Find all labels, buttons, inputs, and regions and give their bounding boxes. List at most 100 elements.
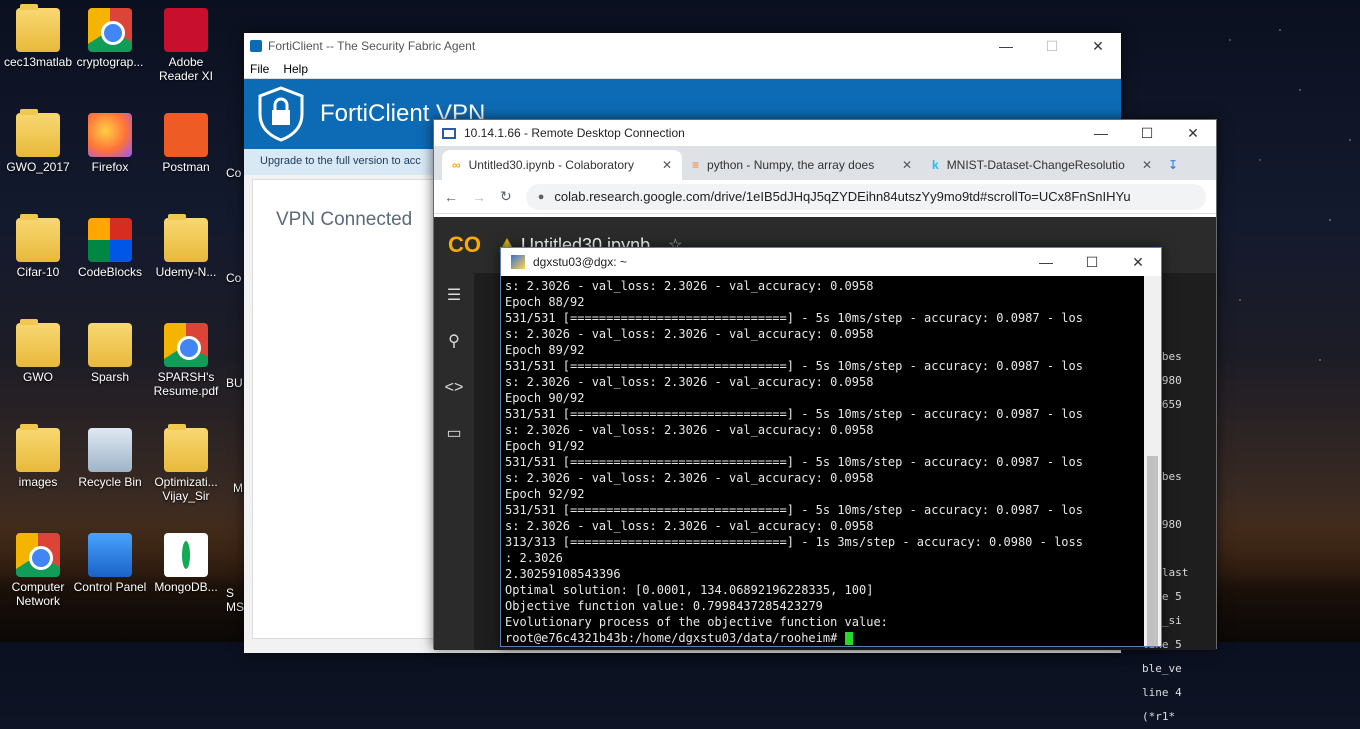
terminal-line: s: 2.3026 - val_loss: 2.3026 - val_accur… [505,423,874,437]
desktop-icon[interactable]: MongoDB... [148,533,224,594]
desktop-icon-label: cryptograp... [76,55,144,69]
desktop-icon[interactable]: GWO_2017 [0,109,76,174]
terminal-line: s: 2.3026 - val_loss: 2.3026 - val_accur… [505,519,874,533]
desktop-icon-label: Recycle Bin [78,475,142,489]
terminal-close-button[interactable]: ✕ [1115,254,1161,271]
desktop-icon[interactable]: Computer Network [0,533,76,608]
firefox-icon [88,113,132,157]
pdf-icon [164,8,208,52]
terminal-line: 2.30259108543396 [505,567,621,581]
desktop-icon[interactable]: Firefox [72,113,148,174]
desktop-icon[interactable]: CodeBlocks [72,218,148,279]
maximize-button[interactable]: ☐ [1029,38,1075,55]
desktop-icon-label-partial: Co [226,166,242,180]
reload-icon[interactable]: ↻ [500,188,512,205]
tab-stackoverflow[interactable]: ≡ python - Numpy, the array does ✕ [682,150,922,180]
desktop-icon[interactable]: Recycle Bin [72,428,148,489]
tab-kaggle[interactable]: k MNIST-Dataset-ChangeResolutio ✕ [922,150,1162,180]
terminal-cursor [844,632,853,645]
desktop-icon[interactable]: Udemy-N... [148,214,224,279]
desktop-icon[interactable]: Optimizati... Vijay_Sir [148,424,224,503]
terminal-line: s: 2.3026 - val_loss: 2.3026 - val_accur… [505,375,874,389]
forward-icon[interactable]: → [472,189,486,205]
desktop-icon[interactable]: Postman [148,113,224,174]
forticlient-shield-icon [250,40,262,52]
terminal-line: 531/531 [==============================]… [505,455,1083,469]
toc-icon[interactable]: ☰ [434,273,474,319]
desktop-icon[interactable]: Adobe Reader XI [148,8,224,83]
rdp-minimize-button[interactable]: — [1078,125,1124,142]
forticlient-titlebar: FortiClient -- The Security Fabric Agent… [244,33,1121,59]
output-fragment-line: line 4 [1142,686,1182,699]
terminal-line: s: 2.3026 - val_loss: 2.3026 - val_accur… [505,327,874,341]
colab-logo: CO [448,232,481,257]
desktop-icon-label: Postman [162,160,210,174]
back-icon[interactable]: ← [444,189,458,205]
rdp-close-button[interactable]: ✕ [1170,125,1216,142]
download-icon[interactable]: ↧ [1162,150,1178,180]
menu-file[interactable]: File [250,62,269,76]
desktop-icon-label: Firefox [91,160,129,174]
terminal-line: Objective function value: 0.799843728542… [505,599,823,613]
desktop-icon-label: MongoDB... [154,580,218,594]
terminal-output[interactable]: s: 2.3026 - val_loss: 2.3026 - val_accur… [501,276,1145,646]
desktop-icon-label: CodeBlocks [77,265,143,279]
desktop-icon[interactable]: Sparsh [72,323,148,384]
desktop-icon-label: Sparsh [90,370,130,384]
desktop-icon-label-partial: Co [226,271,242,285]
tab-label: Untitled30.ipynb - Colaboratory [468,158,634,172]
terminal-line: Epoch 92/92 [505,487,585,501]
desktop-icon-label: images [18,475,58,489]
terminal-maximize-button[interactable]: ☐ [1069,254,1115,271]
folder-icon [16,319,60,367]
lock-icon: ● [537,190,545,203]
kaggle-icon: k [932,158,939,172]
stackoverflow-icon: ≡ [692,158,700,172]
code-snippets-icon[interactable]: <> [434,365,474,411]
terminal-scrollbar[interactable] [1144,276,1161,646]
rdp-monitor-icon [442,127,456,139]
terminal-line: s: 2.3026 - val_loss: 2.3026 - val_accur… [505,471,874,485]
minimize-button[interactable]: — [983,38,1029,55]
desktop-icon[interactable]: Control Panel [72,533,148,594]
mongodb-icon [164,533,208,577]
terminal-window: dgxstu03@dgx: ~ — ☐ ✕ s: 2.3026 - val_lo… [500,247,1162,647]
desktop-icon[interactable]: cec13matlab [0,4,76,69]
address-bar[interactable]: ● colab.research.google.com/drive/1eIB5d… [525,183,1206,210]
control-panel-icon [88,533,132,577]
terminal-line: Evolutionary process of the objective fu… [505,615,888,629]
desktop-icon-label: SPARSH's Resume.pdf [153,370,219,398]
tab-close-icon[interactable]: ✕ [1142,158,1152,172]
tab-close-icon[interactable]: ✕ [662,158,672,172]
menu-help[interactable]: Help [283,62,308,76]
tab-close-icon[interactable]: ✕ [902,158,912,172]
close-button[interactable]: ✕ [1075,38,1121,55]
terminal-line: s: 2.3026 - val_loss: 2.3026 - val_accur… [505,279,874,293]
terminal-prompt: root@e76c4321b43b:/home/dgxstu03/data/ro… [505,631,845,645]
scrollbar-thumb[interactable] [1147,456,1158,646]
terminal-line: Optimal solution: [0.0001, 134.068921962… [505,583,874,597]
rdp-titlebar: 10.14.1.66 - Remote Desktop Connection —… [434,120,1216,146]
search-icon[interactable]: ⚲ [434,319,474,365]
desktop-icon-label: Udemy-N... [155,265,217,279]
desktop-icon[interactable]: GWO [0,319,76,384]
terminal-line: Epoch 90/92 [505,391,585,405]
rdp-title: 10.14.1.66 - Remote Desktop Connection [464,126,685,140]
codeblocks-icon [88,218,132,262]
url-text: colab.research.google.com/drive/1eIB5dJH… [554,189,1131,204]
terminal-line: : 2.3026 [505,551,563,565]
terminal-line: 313/313 [==============================]… [505,535,1083,549]
desktop-icon[interactable]: cryptograp... [72,8,148,69]
terminal-minimize-button[interactable]: — [1023,254,1069,271]
desktop-icon[interactable]: SPARSH's Resume.pdf [148,323,224,398]
tab-colab[interactable]: ∞ Untitled30.ipynb - Colaboratory ✕ [442,150,682,180]
recycle-bin-icon [88,428,132,472]
chrome-icon [16,533,60,577]
rdp-maximize-button[interactable]: ☐ [1124,125,1170,142]
desktop-icon[interactable]: images [0,424,76,489]
files-icon[interactable]: ▭ [434,411,474,457]
desktop-icon[interactable]: Cifar-10 [0,214,76,279]
chrome-icon [164,323,208,367]
output-fragment-line: ble_ve [1142,662,1182,675]
forticlient-menubar: File Help [244,59,1121,79]
